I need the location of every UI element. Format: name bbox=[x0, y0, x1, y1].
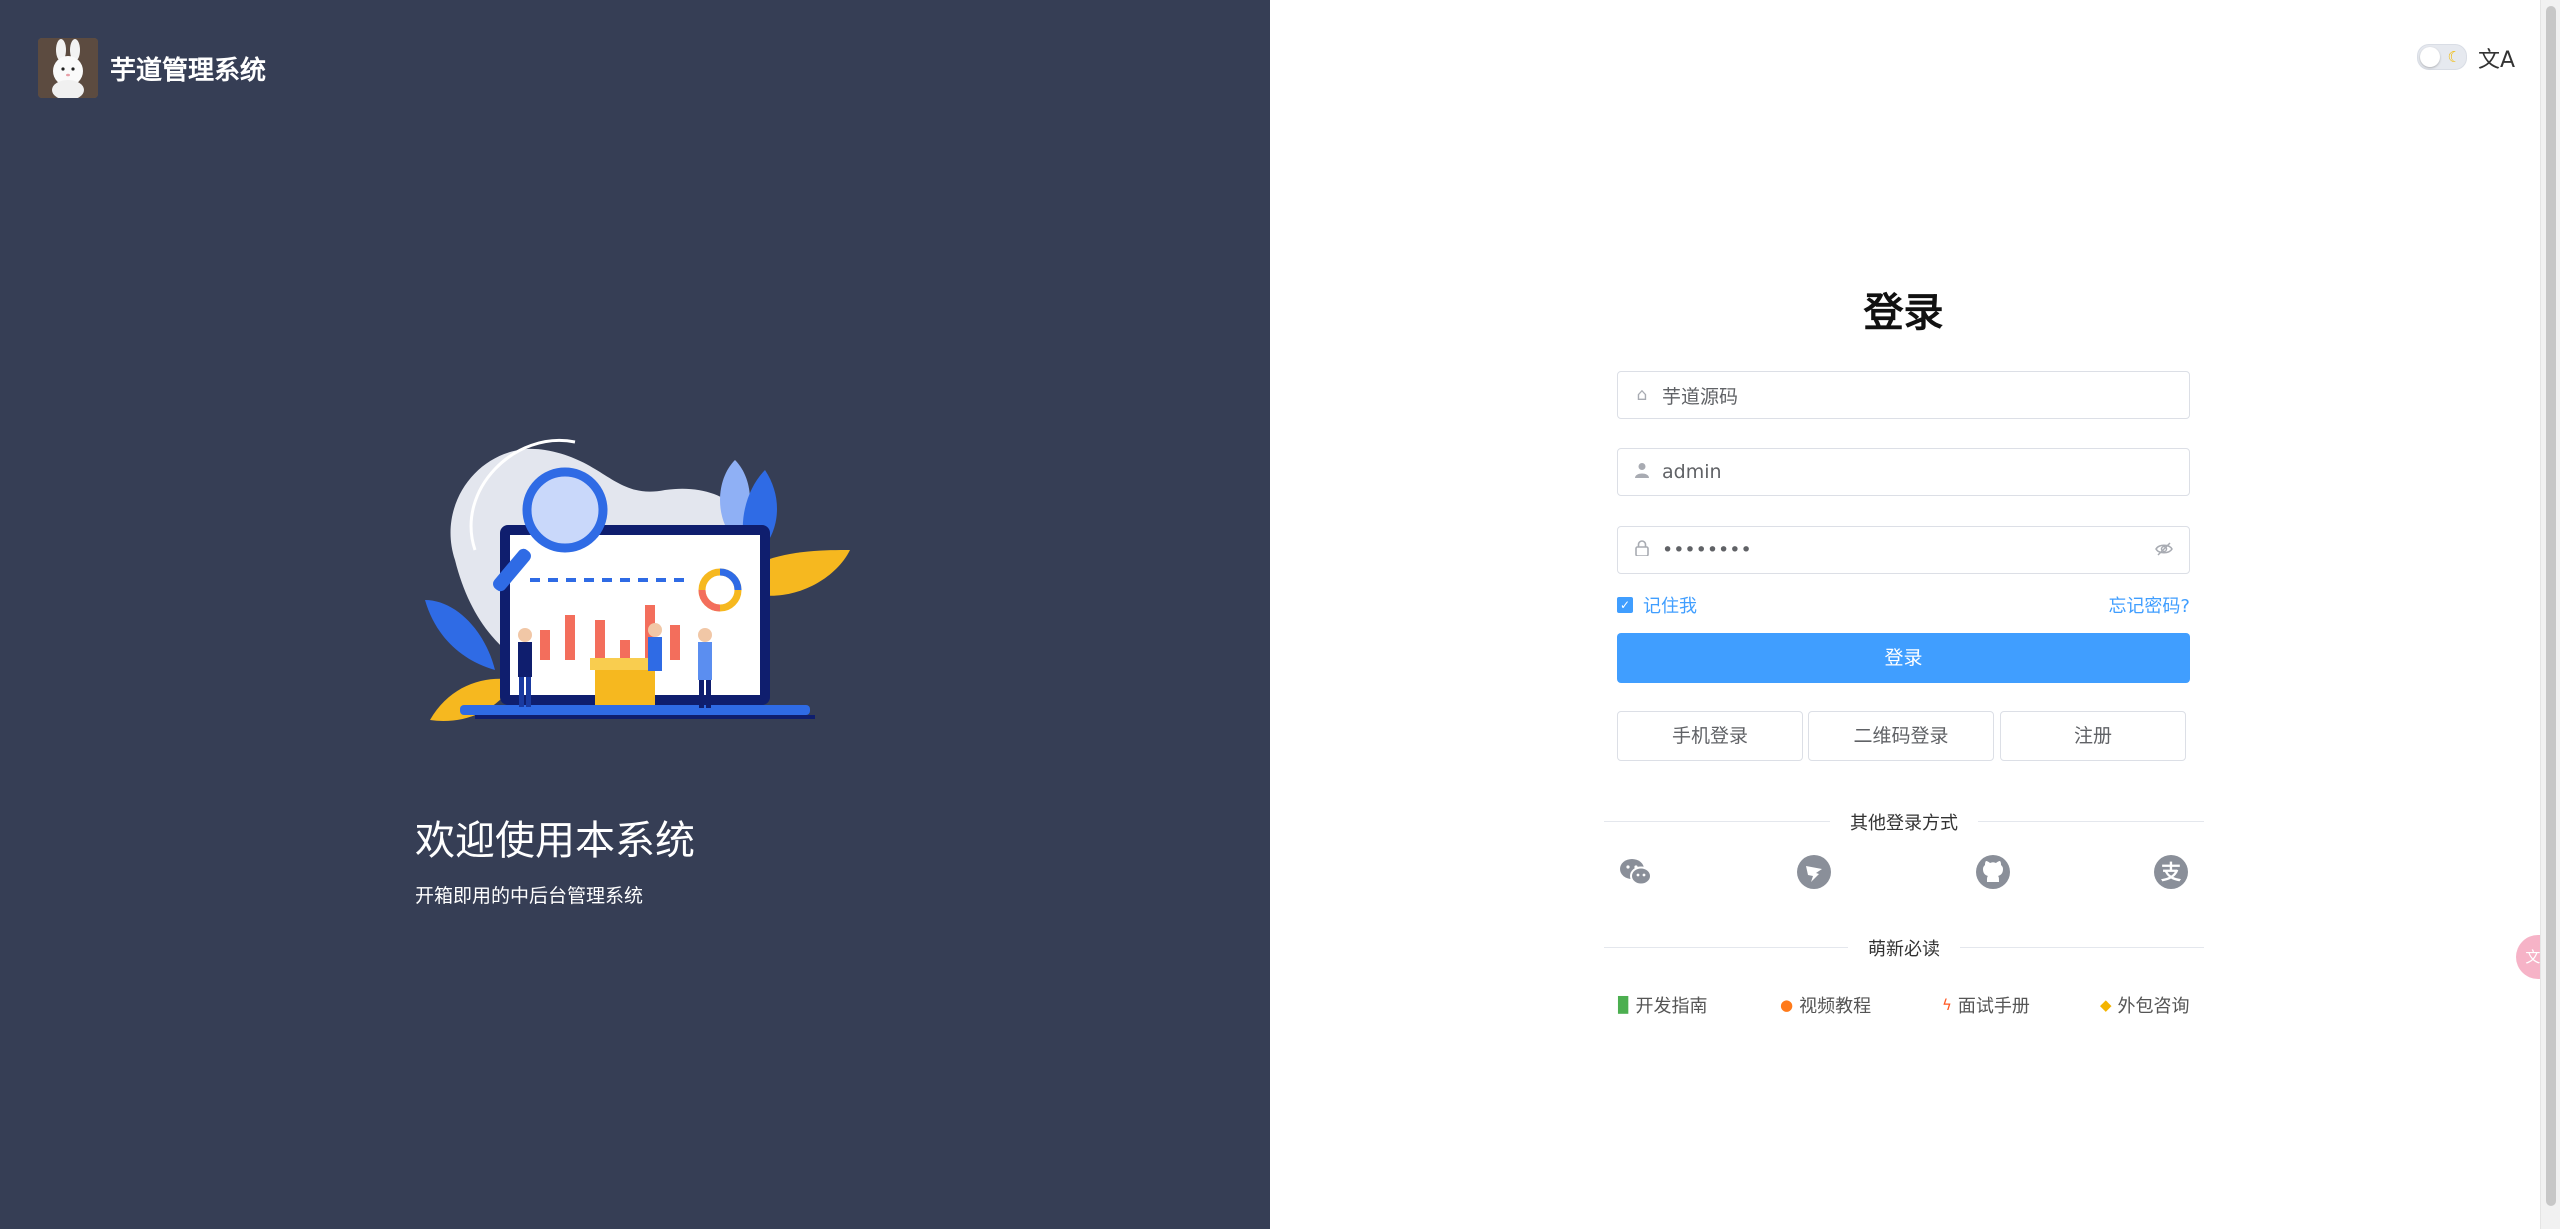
lock-icon bbox=[1632, 539, 1652, 561]
translate-icon[interactable]: 文A bbox=[2478, 42, 2515, 74]
newbie-label: 萌新必读 bbox=[1604, 935, 2204, 961]
login-title: 登录 bbox=[1863, 290, 1944, 336]
link-interview-manual[interactable]: ϟ 面试手册 bbox=[1942, 992, 2030, 1018]
login-illustration bbox=[415, 430, 855, 740]
other-methods-label: 其他登录方式 bbox=[1604, 809, 2204, 835]
link-outsourcing[interactable]: ◆ 外包咨询 bbox=[2100, 992, 2190, 1018]
toggle-knob bbox=[2420, 47, 2440, 67]
welcome-subtitle: 开箱即用的中后台管理系统 bbox=[415, 885, 644, 907]
alipay-icon[interactable]: 支 bbox=[2153, 854, 2189, 890]
register-button[interactable]: 注册 bbox=[2000, 711, 2186, 761]
dingtalk-icon[interactable] bbox=[1796, 854, 1832, 890]
username-field[interactable] bbox=[1617, 448, 2190, 496]
link-dev-guide[interactable]: ▉ 开发指南 bbox=[1618, 992, 1708, 1018]
password-field[interactable] bbox=[1617, 526, 2190, 574]
remember-checkbox[interactable]: ✓ bbox=[1617, 597, 1633, 613]
link-video-tutorial[interactable]: ● 视频教程 bbox=[1780, 992, 1871, 1018]
forgot-password-link[interactable]: 忘记密码? bbox=[2055, 592, 2190, 618]
dark-mode-toggle[interactable]: ☾ bbox=[2417, 44, 2467, 70]
wechat-icon[interactable] bbox=[1618, 854, 1654, 890]
tenant-input[interactable] bbox=[1660, 383, 2189, 407]
brand-title: 芋道管理系统 bbox=[110, 55, 267, 86]
phone-login-button[interactable]: 手机登录 bbox=[1617, 711, 1803, 761]
right-panel bbox=[1270, 0, 2540, 1229]
lightning-icon: ϟ bbox=[1942, 996, 1952, 1014]
brand-logo bbox=[38, 38, 98, 98]
password-input[interactable] bbox=[1660, 538, 2155, 562]
remember-label: 记住我 bbox=[1643, 596, 1697, 617]
scrollbar-thumb[interactable] bbox=[2546, 6, 2556, 1206]
tenant-field[interactable]: ⌂ bbox=[1617, 371, 2190, 419]
left-panel: 芋道管理系统 欢迎使用本系统 开箱即用的中后台管理系统 bbox=[0, 0, 1270, 1229]
handshake-icon: ◆ bbox=[2100, 996, 2112, 1014]
qrcode-login-button[interactable]: 二维码登录 bbox=[1808, 711, 1994, 761]
user-icon bbox=[1632, 462, 1652, 483]
house-icon: ⌂ bbox=[1636, 385, 1648, 405]
username-input[interactable] bbox=[1660, 460, 2189, 484]
svg-text:支: 支 bbox=[2161, 860, 2182, 884]
remember-me[interactable]: ✓ 记住我 bbox=[1617, 592, 1697, 618]
login-button[interactable]: 登录 bbox=[1617, 633, 2190, 683]
github-icon[interactable] bbox=[1975, 854, 2011, 890]
brand: 芋道管理系统 bbox=[38, 38, 266, 98]
fire-icon: ● bbox=[1780, 996, 1794, 1014]
welcome-title: 欢迎使用本系统 bbox=[415, 818, 695, 864]
scrollbar[interactable] bbox=[2540, 0, 2560, 1229]
eye-hidden-icon[interactable] bbox=[2155, 541, 2173, 560]
book-icon: ▉ bbox=[1618, 996, 1630, 1014]
moon-icon: ☾ bbox=[2447, 48, 2461, 66]
